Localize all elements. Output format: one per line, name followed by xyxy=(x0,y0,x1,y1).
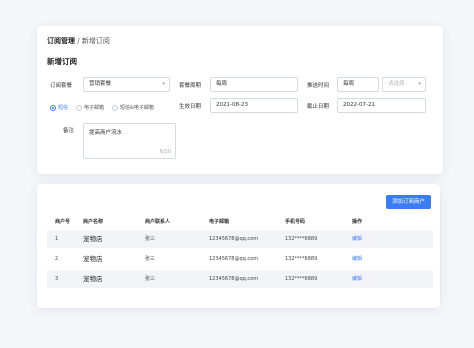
plan-label: 订阅套餐 xyxy=(50,83,73,89)
cell-email: 12345678@qq.com xyxy=(209,276,259,282)
plan-select[interactable]: 营销套餐 ▾ xyxy=(83,77,170,92)
breadcrumb-current: 新增订阅 xyxy=(81,37,110,45)
effective-date-input[interactable]: 2021-08-23 xyxy=(210,98,298,113)
radio-sms[interactable]: 短信 xyxy=(50,104,68,111)
plan-value: 营销套餐 xyxy=(89,81,112,87)
table-row: 2 宠物店 张三 12345678@qq.com 132****6889 编辑 xyxy=(47,250,433,268)
table-header: 商户号 商户名称 商户联系人 电子邮箱 手机号码 操作 xyxy=(47,218,433,226)
push-time-input[interactable]: 每周 xyxy=(337,77,379,92)
cell-contact: 张三 xyxy=(145,236,156,242)
section-title: 新增订阅 xyxy=(47,57,77,66)
chevron-down-icon: ▾ xyxy=(418,81,421,87)
cell-phone: 132****6889 xyxy=(285,276,318,282)
cell-merchant-id: 2 xyxy=(55,256,59,262)
edit-link[interactable]: 编辑 xyxy=(352,250,362,268)
breadcrumb-separator: / xyxy=(77,37,80,45)
cell-merchant-name: 宠物店 xyxy=(83,255,103,263)
radio-unchecked-icon xyxy=(76,104,83,111)
radio-sms-email[interactable]: 短信&电子邮箱 xyxy=(112,104,154,111)
breadcrumb: 订阅管理 / 新增订阅 xyxy=(47,36,110,46)
radio-email[interactable]: 电子邮箱 xyxy=(76,104,104,111)
remark-label: 备注 xyxy=(63,128,75,134)
header-contact: 商户联系人 xyxy=(145,219,171,225)
breadcrumb-root[interactable]: 订阅管理 xyxy=(47,37,75,45)
channel-radio-group: 短信 电子邮箱 短信&电子邮箱 xyxy=(50,104,154,111)
table-row: 1 宠物店 张三 12345678@qq.com 132****6889 编辑 xyxy=(47,230,433,248)
cycle-input[interactable]: 每周 xyxy=(210,77,298,92)
cell-merchant-id: 1 xyxy=(55,236,59,242)
cell-contact: 张三 xyxy=(145,256,156,262)
header-action: 操作 xyxy=(352,219,363,225)
remark-char-count: 6/20 xyxy=(159,149,171,155)
cell-phone: 132****6889 xyxy=(285,236,318,242)
deadline-input[interactable]: 2022-07-21 xyxy=(337,98,426,113)
cell-merchant-id: 3 xyxy=(55,276,59,282)
chevron-down-icon: ▾ xyxy=(162,81,165,87)
remark-value: 提高商户流水 xyxy=(89,130,123,136)
table-row: 3 宠物店 张三 12345678@qq.com 132****6889 编辑 xyxy=(47,270,433,288)
cell-email: 12345678@qq.com xyxy=(209,236,259,242)
cell-merchant-name: 宠物店 xyxy=(83,235,103,243)
cycle-label: 套餐周期 xyxy=(179,83,202,89)
edit-link[interactable]: 编辑 xyxy=(352,270,362,288)
deadline-label: 截止日期 xyxy=(307,104,330,110)
header-merchant-id: 商户号 xyxy=(55,219,71,225)
push-time-select[interactable]: 请选择 ▾ xyxy=(382,77,426,92)
cell-email: 12345678@qq.com xyxy=(209,256,259,262)
subscription-form-card: 订阅管理 / 新增订阅 新增订阅 订阅套餐 营销套餐 ▾ 套餐周期 每周 推送时… xyxy=(37,26,443,174)
edit-link[interactable]: 编辑 xyxy=(352,230,362,248)
remark-textarea[interactable]: 提高商户流水 6/20 xyxy=(83,123,176,159)
header-merchant-name: 商户名称 xyxy=(83,219,104,225)
header-email: 电子邮箱 xyxy=(209,219,230,225)
cell-merchant-name: 宠物店 xyxy=(83,275,103,283)
cell-contact: 张三 xyxy=(145,276,156,282)
merchant-table-card: 添加订阅商户 商户号 商户名称 商户联系人 电子邮箱 手机号码 操作 1 宠物店… xyxy=(37,184,440,308)
add-merchant-button[interactable]: 添加订阅商户 xyxy=(385,195,431,209)
push-time-placeholder: 请选择 xyxy=(388,81,405,87)
cell-phone: 132****6889 xyxy=(285,256,318,262)
push-time-label: 推送时间 xyxy=(307,83,330,89)
effective-date-label: 生效日期 xyxy=(179,104,202,110)
header-phone: 手机号码 xyxy=(285,219,306,225)
radio-unchecked-icon xyxy=(112,104,119,111)
radio-checked-icon xyxy=(50,104,56,111)
